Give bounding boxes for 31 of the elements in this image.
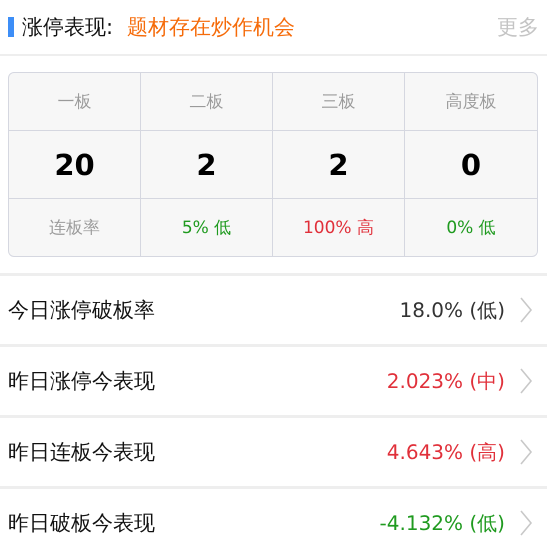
table-header-cell: 三板 — [273, 73, 405, 131]
metric-row[interactable]: 昨日破板今表现 -4.132% (低) — [0, 489, 547, 549]
table-cell-text: 0% 低 — [445, 217, 497, 240]
chevron-icon — [519, 367, 533, 395]
section-title: 涨停表现: — [22, 14, 114, 41]
table-cell: 2 — [273, 131, 405, 199]
accent-bar — [8, 17, 14, 37]
table-header-cell: 二板 — [141, 73, 273, 131]
table-cell: 2 — [141, 131, 273, 199]
metric-label: 昨日涨停今表现 — [8, 368, 156, 395]
metric-value: 18.0% (低) — [400, 296, 505, 324]
metric-value: 4.643% (高) — [386, 438, 505, 466]
metric-value: 2.023% (中) — [386, 368, 505, 394]
metric-row[interactable]: 昨日涨停今表现 2.023% (中) — [0, 347, 547, 418]
metric-value: -4.132% (低) — [380, 510, 505, 536]
metric-row[interactable]: 昨日连板今表现 4.643% (高) — [0, 418, 547, 489]
table-cell: 20 — [9, 131, 141, 199]
table-header-cell: 一板 — [9, 73, 141, 131]
metric-row[interactable]: 今日涨停破板率 18.0% (低) — [0, 276, 547, 347]
chevron-icon — [519, 438, 533, 466]
metric-label: 昨日连板今表现 — [8, 439, 156, 466]
table-row-label: 连板率 — [9, 199, 141, 256]
table-header-cell: 高度板 — [405, 73, 537, 131]
chevron-icon — [519, 296, 533, 324]
table-cell: 5% 低 — [141, 199, 273, 256]
metric-label: 昨日破板今表现 — [8, 510, 156, 537]
chevron-icon — [519, 509, 533, 537]
metric-label: 今日涨停破板率 — [8, 297, 156, 324]
section-highlight: 题材存在炒作机会 — [127, 14, 296, 41]
table-cell: 0 — [405, 131, 537, 199]
table-cell: 100% 高 — [273, 199, 405, 256]
